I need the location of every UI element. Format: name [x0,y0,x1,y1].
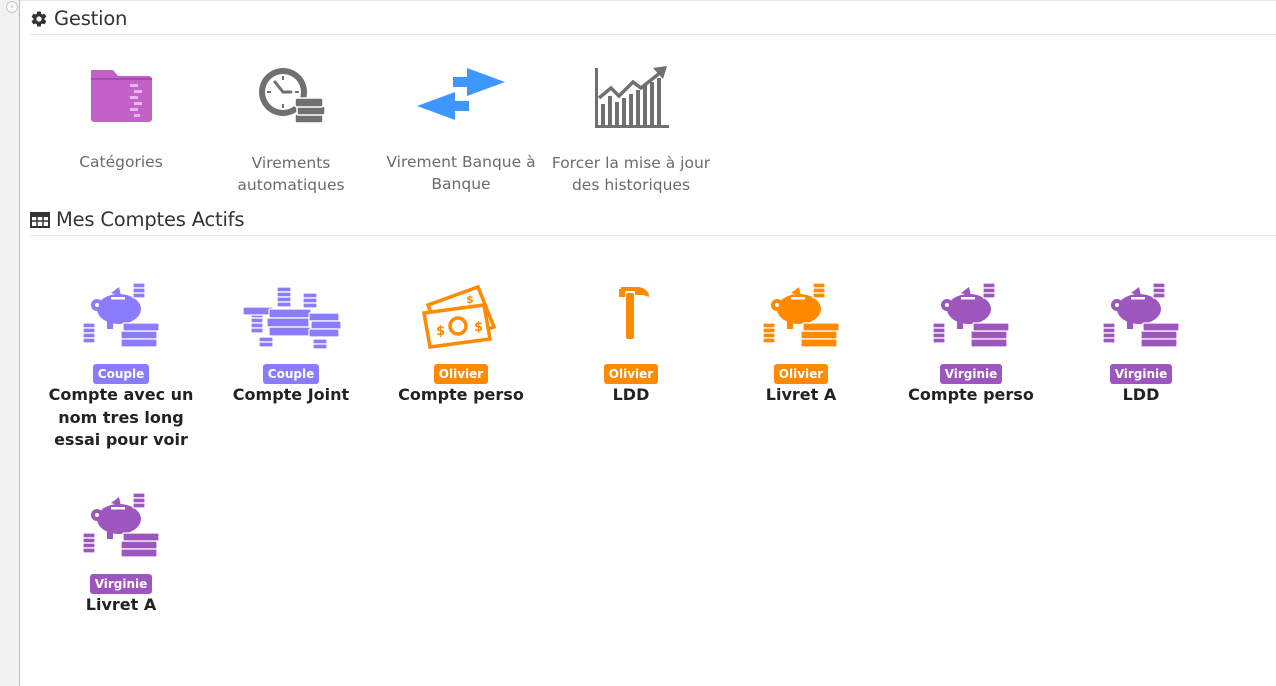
gear-icon [31,11,47,27]
svg-text:$: $ [466,293,474,306]
svg-text:$: $ [436,324,445,339]
left-rail: › [0,0,20,686]
owner-badge: Couple [92,364,150,384]
account-tile[interactable]: Couple Compte avec un nom tres long essa… [36,283,206,452]
gestion-item-label: Virement Banque à Banque [386,153,536,193]
account-name: Livret A [85,595,157,614]
account-tile[interactable]: Olivier Livret A [716,283,886,407]
owner-badge: Olivier [603,364,659,384]
account-name: LDD [612,385,650,404]
account-tile[interactable]: $ $ $ Olivier Compte perso [376,283,546,407]
owner-badge: Virginie [1109,364,1173,384]
gestion-item-label: Virements automatiques [237,154,345,194]
owner-badge: Olivier [773,364,829,384]
collapse-toggle-icon[interactable]: › [6,1,18,13]
accounts-header: Mes Comptes Actifs [30,204,1276,236]
folder-icon [91,70,152,122]
account-tile[interactable]: Virginie Compte perso [886,283,1056,407]
account-name: Compte perso [398,385,524,404]
account-name: Compte Joint [232,385,350,404]
gestion-item-label: Catégories [79,153,163,171]
account-tile[interactable]: Virginie LDD [1056,283,1226,407]
account-name: Livret A [765,385,837,404]
piggy-bank-icon [762,283,840,348]
gestion-title: Gestion [54,7,128,30]
gestion-item-label: Forcer la mise à jour des historiques [551,154,711,194]
piggy-bank-icon [82,493,160,558]
account-name: Compte avec un nom tres long essai pour … [48,385,194,449]
owner-badge: Olivier [433,364,489,384]
account-tile[interactable]: Couple Compte Joint [206,283,376,407]
gestion-item-virement-banque[interactable]: Virement Banque à Banque [376,64,546,195]
gestion-item-categories[interactable]: Catégories [36,64,206,173]
owner-badge: Couple [262,364,320,384]
transfer-arrows-icon [417,68,505,120]
table-icon [30,211,50,228]
owner-badge: Virginie [89,574,153,594]
banknotes-icon: $ $ $ [421,284,497,349]
account-tile[interactable]: Olivier LDD [546,283,716,407]
piggy-bank-icon [932,283,1010,348]
gestion-header: Gestion [30,3,1276,35]
svg-text:$: $ [474,320,483,335]
piggy-bank-icon [82,283,160,348]
accounts-title: Mes Comptes Actifs [56,208,245,231]
top-divider [20,0,1276,1]
gestion-item-forcer-maj[interactable]: Forcer la mise à jour des historiques [546,64,716,196]
account-name: LDD [1122,385,1160,404]
money-stacks-icon [242,286,342,350]
hammer-icon [619,287,649,339]
piggy-bank-icon [1102,283,1180,348]
gestion-item-virements-auto[interactable]: Virements automatiques [206,64,376,196]
account-tile[interactable]: Virginie Livret A [36,493,206,617]
account-name: Compte perso [908,385,1034,404]
owner-badge: Virginie [939,364,1003,384]
clock-money-icon [259,68,326,124]
trend-chart-icon [595,66,669,128]
